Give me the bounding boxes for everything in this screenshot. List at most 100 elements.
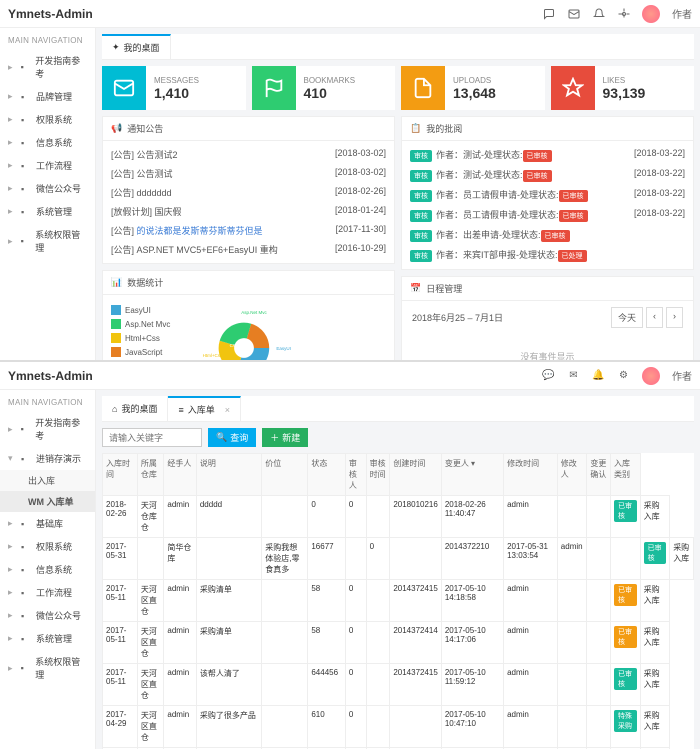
cell [587, 496, 611, 538]
col-header-10[interactable]: 修改时间 [504, 454, 558, 496]
approval-row[interactable]: 审核作者：出差申请-处理状态:已审核 [410, 225, 685, 245]
color-swatch [111, 305, 121, 315]
table-row[interactable]: 2017-05-11天河区直仓admin该帮人清了644456020143724… [103, 664, 694, 706]
nav-icon: ▪ [21, 236, 31, 246]
col-header-4[interactable]: 价位 [262, 454, 308, 496]
announce-row[interactable]: [公告] 公告测试[2018-03-02] [111, 164, 386, 183]
col-header-0[interactable]: 入库时间 [103, 454, 138, 496]
close-icon[interactable]: × [225, 405, 230, 415]
approval-row[interactable]: 审核作者：员工请假申请-处理状态:已审核[2018-03-22] [410, 185, 685, 205]
sidebar-item-3[interactable]: ▸▪信息系统 [0, 131, 95, 154]
search-button[interactable]: 🔍查询 [208, 428, 256, 447]
col-header-2[interactable]: 经手人 [164, 454, 196, 496]
sidebar-subitem-0[interactable]: 出入库 [0, 470, 95, 491]
stat-card-2: UPLOADS13,648 [401, 66, 545, 110]
status-badge: 已审核 [559, 190, 588, 202]
create-button[interactable]: ＋新建 [262, 428, 308, 447]
prev-button[interactable]: ‹ [646, 307, 663, 328]
sidebar-item-1[interactable]: ▸▪品牌管理 [0, 85, 95, 108]
sidebar-item-7[interactable]: ▸▪系统权限管理 [0, 223, 95, 259]
cell [366, 622, 390, 664]
bell-icon[interactable] [592, 7, 605, 20]
cell [196, 538, 261, 580]
announce-row[interactable]: [公告] ASP.NET MVC5+EF6+EasyUI 重构[2016-10-… [111, 240, 386, 259]
next-button[interactable]: › [666, 307, 683, 328]
announce-row[interactable]: [公告] ddddddd[2018-02-26] [111, 183, 386, 202]
approval-row[interactable]: 审核作者：测试-处理状态:已审核[2018-03-22] [410, 145, 685, 165]
cell: 16677 [308, 538, 346, 580]
cell: 2017-05-11 [103, 622, 138, 664]
svg-text:EasyUI: EasyUI [276, 346, 291, 351]
cell: 采购入库 [640, 706, 670, 748]
table-row[interactable]: 2018-02-26天河仓库仓adminddddd002018010216201… [103, 496, 694, 538]
sidebar-item-4[interactable]: ▸▪工作流程 [0, 154, 95, 177]
col-header-6[interactable]: 审核人 [345, 454, 366, 496]
cell: 采购清单 [196, 580, 261, 622]
col-header-11[interactable]: 修改人 [557, 454, 587, 496]
cell: 2017-04-29 [103, 706, 138, 748]
message-icon[interactable]: 💬 [542, 369, 555, 382]
announce-row[interactable]: [公告] 公告测试2[2018-03-02] [111, 145, 386, 164]
chevron-icon: ▸ [8, 564, 16, 575]
settings-icon[interactable]: ⚙ [617, 369, 630, 382]
cell [587, 706, 611, 748]
approval-row[interactable]: 审核作者：测试-处理状态:已审核[2018-03-22] [410, 165, 685, 185]
sidebar-item-1[interactable]: ▾▪进销存演示 [0, 447, 95, 470]
cell: 2018010216 [390, 496, 442, 538]
tab-dashboard[interactable]: ⌂我的桌面 [102, 396, 168, 421]
mail-icon[interactable]: ✉ [567, 369, 580, 382]
col-header-8[interactable]: 创建时间 [390, 454, 442, 496]
color-swatch [111, 347, 121, 357]
sidebar-item-3[interactable]: ▸▪权限系统 [0, 535, 95, 558]
table-row[interactable]: 2017-05-11天河区直仓admin采购清单5802014372414201… [103, 622, 694, 664]
avatar[interactable] [642, 367, 660, 385]
bell-icon[interactable]: 🔔 [592, 369, 605, 382]
col-header-9[interactable]: 变更人 ▾ [441, 454, 503, 496]
sidebar-item-0[interactable]: ▸▪开发指南参考 [0, 411, 95, 447]
tab-dashboard[interactable]: ✦我的桌面 [102, 34, 171, 59]
col-header-7[interactable]: 审核时间 [366, 454, 390, 496]
approval-row[interactable]: 审核作者：员工请假申请-处理状态:已审核[2018-03-22] [410, 205, 685, 225]
sidebar-item-5[interactable]: ▸▪工作流程 [0, 581, 95, 604]
tab-table[interactable]: ≡入库单× [168, 396, 241, 421]
sidebar-item-2[interactable]: ▸▪基础库 [0, 512, 95, 535]
col-header-1[interactable]: 所属仓库 [137, 454, 164, 496]
chevron-icon: ▸ [8, 206, 16, 217]
sidebar-item-8[interactable]: ▸▪系统权限管理 [0, 650, 95, 686]
announce-row[interactable]: [公告] 的说法都是发斯蒂芬斯蒂芬但是[2017-11-30] [111, 221, 386, 240]
chevron-icon: ▸ [8, 236, 16, 247]
table-row[interactable]: 2017-04-29天河区直仓admin采购了很多产品61002017-05-1… [103, 706, 694, 748]
cell: 天河区直仓 [137, 580, 164, 622]
nav-icon: ▪ [21, 663, 31, 673]
settings-icon[interactable] [617, 7, 630, 20]
sidebar-item-7[interactable]: ▸▪系统管理 [0, 627, 95, 650]
sidebar-item-6[interactable]: ▸▪系统管理 [0, 200, 95, 223]
sidebar-item-5[interactable]: ▸▪微信公众号 [0, 177, 95, 200]
col-header-13[interactable]: 入库类别 [611, 454, 641, 496]
approval-row[interactable]: 审核作者：来宾IT部申报-处理状态:已处理 [410, 245, 685, 265]
stat-label: MESSAGES [154, 76, 199, 85]
cell: 采购入库 [640, 664, 670, 706]
today-button[interactable]: 今天 [611, 307, 643, 328]
schedule-title: 📅日程管理 [402, 277, 693, 301]
chevron-icon: ▸ [8, 183, 16, 194]
search-input[interactable] [102, 428, 202, 447]
col-header-12[interactable]: 变更确认 [587, 454, 611, 496]
sidebar-item-6[interactable]: ▸▪微信公众号 [0, 604, 95, 627]
cell: 0 [345, 496, 366, 538]
sidebar-item-4[interactable]: ▸▪信息系统 [0, 558, 95, 581]
table-row[interactable]: 2017-05-11天河区直仓admin采购清单5802014372415201… [103, 580, 694, 622]
mail-icon[interactable] [567, 7, 580, 20]
avatar[interactable] [642, 5, 660, 23]
color-swatch [111, 319, 121, 329]
table-row[interactable]: 2017-05-31简华仓库采购我想体验店,零食真多16677020143722… [103, 538, 694, 580]
col-header-3[interactable]: 说明 [196, 454, 261, 496]
sidebar-subitem-1[interactable]: WM 入库单 [0, 491, 95, 512]
message-icon[interactable] [542, 7, 555, 20]
cell [366, 664, 390, 706]
home-icon: ✦ [112, 42, 120, 53]
col-header-5[interactable]: 状态 [308, 454, 346, 496]
sidebar-item-2[interactable]: ▸▪权限系统 [0, 108, 95, 131]
announce-row[interactable]: [放假计划] 国庆假[2018-01-24] [111, 202, 386, 221]
sidebar-item-0[interactable]: ▸▪开发指南参考 [0, 49, 95, 85]
